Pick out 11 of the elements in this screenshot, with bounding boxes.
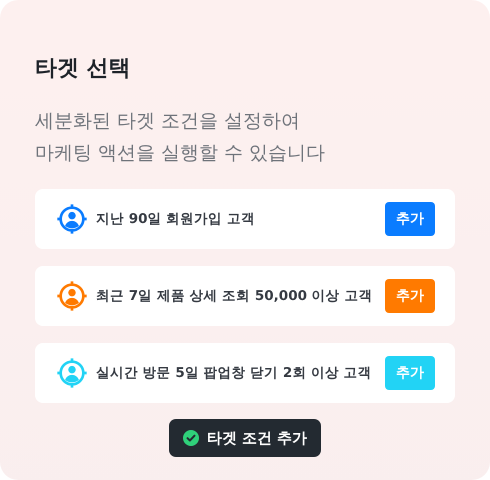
add-button[interactable]: 추가 [385, 279, 435, 313]
target-label: 최근 7일 제품 상세 조회 50,000 이상 고객 [96, 287, 374, 305]
toast-text: 타겟 조건 추가 [206, 428, 308, 448]
target-label: 실시간 방문 5일 팝업창 닫기 2회 이상 고객 [96, 364, 373, 382]
page-title: 타겟 선택 [35, 55, 132, 83]
check-icon [182, 430, 199, 446]
add-button[interactable]: 추가 [385, 202, 435, 236]
target-label: 지난 90일 회원가입 고객 [96, 210, 256, 228]
description-line: 세분화된 타겟 조건을 설정하여 [35, 109, 302, 134]
description-line: 마케팅 액션을 실행할 수 있습니다 [35, 141, 326, 166]
add-button[interactable]: 추가 [385, 356, 435, 390]
